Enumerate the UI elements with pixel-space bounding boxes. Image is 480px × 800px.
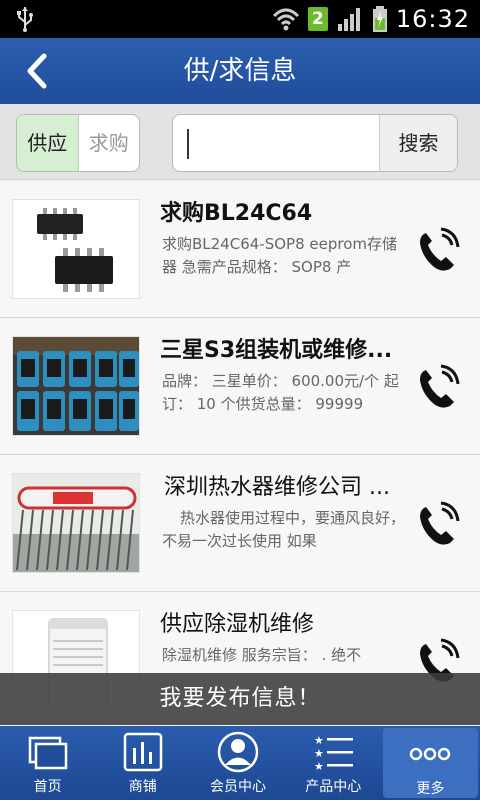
list-item[interactable]: 深圳热水器维修公司 ... 热水器使用过程中，要通风良好，不易一次过长使用 如果 bbox=[0, 455, 480, 592]
nav-label: 商铺 bbox=[128, 779, 157, 795]
product-image bbox=[12, 473, 140, 573]
product-list-icon: ★ ★ ★ bbox=[314, 734, 354, 773]
item-title: 三星S3组装机或维修... bbox=[160, 338, 393, 363]
item-title: 供应除湿机维修 bbox=[160, 612, 315, 637]
nav-shop[interactable]: 商铺 bbox=[95, 726, 190, 800]
nav-label: 会员中心 bbox=[210, 779, 266, 795]
item-description: 热水器使用过程中，要通风良好，不易一次过长使用 如果 bbox=[162, 509, 406, 550]
battery-icon bbox=[372, 6, 387, 32]
item-description: 求购BL24C64-SOP8 eeprom存储器 急需产品规格： SOP8 产 bbox=[162, 235, 397, 276]
search-input[interactable] bbox=[183, 125, 373, 161]
product-image bbox=[12, 336, 140, 436]
bottom-nav: 首页 商铺 会员中心 ★ ★ ★ 产品中心 更多 bbox=[0, 726, 480, 800]
item-description: 品牌： 三星单价： 600.00元/个 起订： 10 个供货总量： 99999 bbox=[162, 372, 399, 413]
svg-text:★: ★ bbox=[314, 734, 324, 747]
nav-home[interactable]: 首页 bbox=[0, 726, 95, 800]
item-title: 深圳热水器维修公司 ... bbox=[164, 475, 390, 500]
filter-bar: 供应 求购 搜索 bbox=[0, 104, 480, 180]
search-button[interactable]: 搜索 bbox=[379, 115, 457, 171]
nav-label: 首页 bbox=[33, 779, 62, 795]
info-list: 求购BL24C64 求购BL24C64-SOP8 eeprom存储器 急需产品规… bbox=[0, 181, 480, 726]
member-icon bbox=[217, 731, 259, 773]
home-icon bbox=[28, 736, 67, 770]
shop-icon bbox=[123, 732, 163, 772]
nav-member-center[interactable]: 会员中心 bbox=[190, 726, 285, 800]
title-bar: 供/求信息 bbox=[0, 38, 480, 104]
search-box: 搜索 bbox=[172, 114, 458, 172]
item-title: 求购BL24C64 bbox=[160, 201, 313, 226]
product-image bbox=[12, 199, 140, 299]
list-item[interactable]: 求购BL24C64 求购BL24C64-SOP8 eeprom存储器 急需产品规… bbox=[0, 181, 480, 318]
phone-call-icon[interactable] bbox=[412, 225, 462, 275]
nav-more[interactable]: 更多 bbox=[382, 728, 479, 798]
more-icon bbox=[410, 747, 451, 761]
phone-call-icon[interactable] bbox=[412, 362, 462, 412]
status-bar: 2 16:32 bbox=[0, 0, 480, 38]
nav-label: 产品中心 bbox=[305, 779, 362, 795]
tab-supply[interactable]: 供应 bbox=[17, 115, 79, 171]
phone-call-icon[interactable] bbox=[412, 499, 462, 549]
page-title: 供/求信息 bbox=[183, 56, 297, 86]
svg-text:★: ★ bbox=[314, 747, 324, 760]
tab-demand[interactable]: 求购 bbox=[79, 115, 140, 171]
clock: 16:32 bbox=[395, 5, 470, 33]
sim-badge: 2 bbox=[307, 7, 328, 31]
list-item[interactable]: 三星S3组装机或维修... 品牌： 三星单价： 600.00元/个 起订： 10… bbox=[0, 318, 480, 455]
svg-text:★: ★ bbox=[314, 760, 324, 773]
signal-icon bbox=[337, 8, 360, 31]
nav-product-center[interactable]: ★ ★ ★ 产品中心 bbox=[286, 726, 381, 800]
nav-label: 更多 bbox=[416, 781, 445, 797]
supply-demand-toggle: 供应 求购 bbox=[16, 114, 140, 172]
usb-icon bbox=[17, 7, 33, 32]
publish-info-button[interactable]: 我要发布信息！ bbox=[0, 673, 480, 725]
wifi-icon bbox=[272, 8, 299, 31]
